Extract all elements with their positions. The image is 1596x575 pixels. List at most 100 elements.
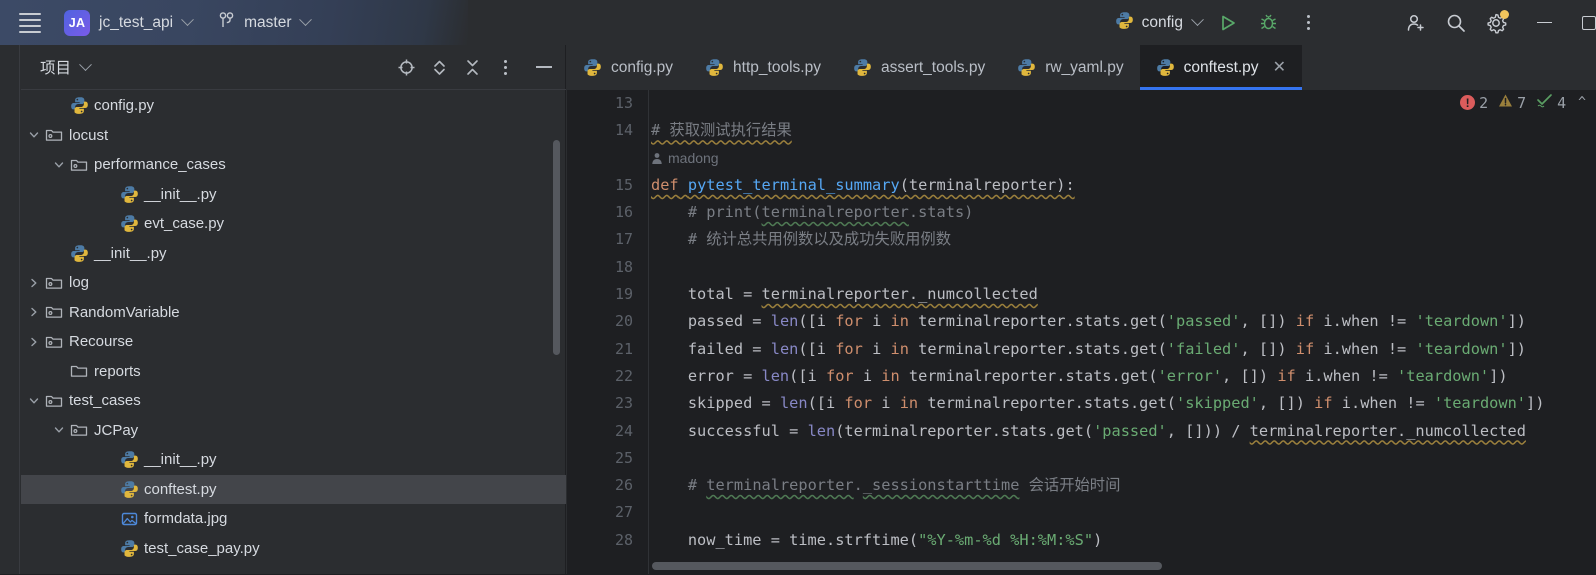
code-line[interactable]: 24 successful = len(terminalreporter.sta… <box>567 418 1596 445</box>
tree-item-label: __init__.py <box>94 244 167 262</box>
project-panel-header: 项目 <box>21 45 566 90</box>
search-icon[interactable] <box>1436 0 1476 45</box>
chevron-down-icon[interactable] <box>25 126 43 144</box>
code-editor[interactable]: ! 2 7 4 ^ 13 14 # 获取测试执行结果 madong 15 def pyte… <box>567 90 1596 575</box>
python-file-icon <box>853 58 872 77</box>
window-minimize-icon[interactable] <box>1516 0 1572 45</box>
tree-item-label: config.py <box>94 97 155 115</box>
project-panel-title: 项目 <box>40 60 72 77</box>
tree-item-label: __init__.py <box>144 451 217 469</box>
tree-item-log[interactable]: log <box>21 268 566 298</box>
close-icon[interactable]: ✕ <box>1273 59 1286 76</box>
editor-tab-rw-yaml-py[interactable]: rw_yaml.py <box>1001 45 1139 90</box>
add-user-icon[interactable] <box>1396 0 1436 45</box>
tree-item-randomvariable[interactable]: RandomVariable <box>21 298 566 328</box>
tree-item-config-py[interactable]: config.py <box>21 91 566 121</box>
tree-item-performance-cases[interactable]: performance_cases <box>21 150 566 180</box>
sidebar-scrollbar[interactable] <box>553 140 560 355</box>
tree-item-label: __init__.py <box>144 185 217 203</box>
editor-tab-label: conftest.py <box>1183 58 1259 76</box>
code-line[interactable]: 19 total = terminalreporter._numcollecte… <box>567 281 1596 308</box>
chevron-down-icon <box>79 57 92 71</box>
code-line[interactable]: 25 <box>567 445 1596 472</box>
window-maximize-icon[interactable] <box>1572 0 1596 45</box>
project-selector[interactable]: jc_test_api <box>90 13 194 32</box>
code-line[interactable]: 14 # 获取测试执行结果 <box>567 117 1596 144</box>
python-file-icon <box>118 185 140 204</box>
editor-tab-http-tools-py[interactable]: http_tools.py <box>689 45 837 90</box>
project-view-selector[interactable]: 项目 <box>33 56 92 78</box>
code-line-text: # print(terminalreporter.stats) <box>687 203 974 222</box>
editor-tab-label: assert_tools.py <box>880 58 986 76</box>
code-line[interactable]: 22 error = len([i for i in terminalrepor… <box>567 363 1596 390</box>
options-menu-icon[interactable] <box>489 45 522 90</box>
tree-item-conftest-py[interactable]: conftest.py <box>21 474 566 504</box>
code-line-text: skipped = len([i for i in terminalreport… <box>651 394 1545 413</box>
tree-item-evt-case-py[interactable]: evt_case.py <box>21 209 566 239</box>
hide-panel-icon[interactable] <box>522 45 566 90</box>
project-file-tree[interactable]: config.py locust performance_cases __init__… <box>21 91 566 575</box>
branch-selector[interactable]: master <box>214 11 313 35</box>
tree-item---init---py[interactable]: __init__.py <box>21 445 566 475</box>
tree-item-jcpay[interactable]: JCPay <box>21 416 566 446</box>
run-play-icon[interactable] <box>1208 0 1248 45</box>
code-line-text: error = len([i for i in terminalreporter… <box>651 366 1508 385</box>
code-line-text: # 统计总共用例数以及成功失败用例数 <box>687 230 952 249</box>
code-line[interactable]: 21 failed = len([i for i in terminalrepo… <box>567 336 1596 363</box>
chevron-right-icon[interactable] <box>25 303 43 321</box>
tree-item-test-cases[interactable]: test_cases <box>21 386 566 416</box>
chevron-right-icon[interactable] <box>25 333 43 351</box>
editor-tab-label: config.py <box>611 58 674 76</box>
editor-tab-label: rw_yaml.py <box>1045 58 1124 76</box>
vcs-annotation-row: madong <box>567 145 1596 172</box>
tree-item-recourse[interactable]: Recourse <box>21 327 566 357</box>
code-line[interactable]: 28 now_time = time.strftime("%Y-%m-%d %H… <box>567 527 1596 554</box>
code-line-text: # terminalreporter._sessionstarttime 会话开… <box>687 476 1121 495</box>
code-line[interactable]: 20 passed = len([i for i in terminalrepo… <box>567 308 1596 335</box>
collapse-all-icon[interactable] <box>456 45 489 90</box>
module-folder-icon <box>68 422 90 438</box>
editor-tab-bar[interactable]: config.py http_tools.py assert_tools.py rw_… <box>567 45 1596 90</box>
hamburger-icon[interactable] <box>8 0 52 45</box>
chevron-right-icon[interactable] <box>25 274 43 292</box>
module-folder-icon <box>43 393 65 409</box>
tree-item---init---py[interactable]: __init__.py <box>21 180 566 210</box>
run-configuration-selector[interactable]: config <box>1109 11 1208 35</box>
tree-item-locust[interactable]: locust <box>21 121 566 151</box>
tree-item-test-case-pay-py[interactable]: test_case_pay.py <box>21 534 566 564</box>
line-number: 17 <box>614 230 633 249</box>
code-line-text: passed = len([i for i in terminalreporte… <box>651 312 1527 331</box>
code-line[interactable]: 16 # print(terminalreporter.stats) <box>567 199 1596 226</box>
code-line[interactable]: 27 <box>567 499 1596 526</box>
gear-icon[interactable] <box>1476 0 1516 45</box>
tree-item-label: Recourse <box>69 333 134 351</box>
line-number: 21 <box>614 339 633 358</box>
more-vertical-icon[interactable] <box>1288 0 1328 45</box>
select-opened-file-icon[interactable] <box>390 45 423 90</box>
code-line[interactable]: 15 def pytest_terminal_summary(terminalre… <box>567 172 1596 199</box>
tree-item-formdata-jpg[interactable]: formdata.jpg <box>21 504 566 534</box>
project-panel: 项目 config.py locust performance_cases __… <box>0 45 566 575</box>
editor-tab-label: http_tools.py <box>733 58 821 76</box>
chevron-down-icon[interactable] <box>50 156 68 174</box>
editor-horizontal-scrollbar[interactable] <box>652 562 1162 570</box>
editor-tab-config-py[interactable]: config.py <box>567 45 689 90</box>
python-file-icon <box>583 58 602 77</box>
code-line[interactable]: 26 # terminalreporter._sessionstarttime … <box>567 472 1596 499</box>
editor-tab-assert-tools-py[interactable]: assert_tools.py <box>837 45 1001 90</box>
run-configuration-label: config <box>1141 13 1183 31</box>
line-number: 20 <box>614 312 633 331</box>
tree-item-reports[interactable]: reports <box>21 357 566 387</box>
expand-collapse-icon[interactable] <box>423 45 456 90</box>
debug-bug-icon[interactable] <box>1248 0 1288 45</box>
code-line[interactable]: 23 skipped = len([i for i in terminalrep… <box>567 390 1596 417</box>
chevron-down-icon <box>181 13 194 27</box>
code-line[interactable]: 17 # 统计总共用例数以及成功失败用例数 <box>567 226 1596 253</box>
chevron-down-icon[interactable] <box>50 421 68 439</box>
code-line[interactable]: 18 <box>567 254 1596 281</box>
editor-tab-conftest-py[interactable]: conftest.py ✕ <box>1139 45 1303 90</box>
code-line[interactable]: 13 <box>567 90 1596 117</box>
tree-item---init---py[interactable]: __init__.py <box>21 239 566 269</box>
line-number: 28 <box>614 530 633 549</box>
chevron-down-icon[interactable] <box>25 392 43 410</box>
